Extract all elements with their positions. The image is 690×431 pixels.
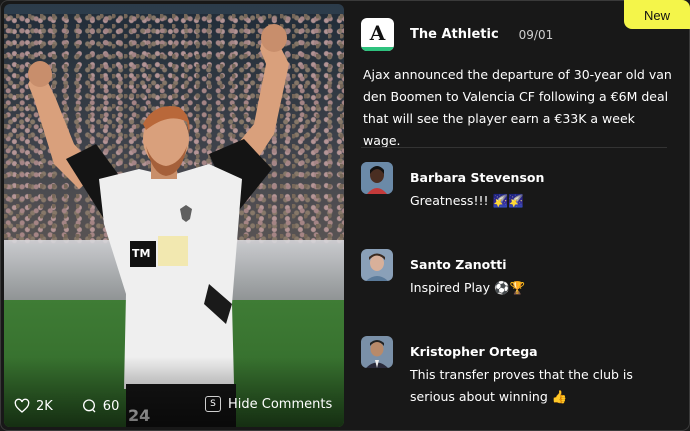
- comment-author: Barbara Stevenson: [410, 170, 545, 185]
- shirt-sponsor: TM: [132, 247, 151, 260]
- post-panel: New A The Athletic 09/01 Ajax announced …: [345, 0, 690, 431]
- new-badge: New: [624, 0, 690, 29]
- comment-text: This transfer proves that the club is se…: [410, 367, 633, 404]
- heart-icon: [14, 398, 30, 413]
- source-name: The Athletic: [410, 27, 499, 42]
- avatar: [361, 249, 393, 281]
- comments-count: 60: [102, 398, 120, 414]
- divider: [361, 147, 667, 148]
- comment-author: Santo Zanotti: [410, 257, 507, 272]
- logo-letter: A: [369, 21, 386, 45]
- post-date: 09/01: [518, 27, 554, 42]
- news-card: TM 24 2K 60 S Hide Comments New A: [0, 0, 690, 431]
- post-headline: Ajax announced the departure of 30-year …: [363, 67, 672, 148]
- logo-accent-bar: [361, 47, 394, 51]
- hide-comments-label: Hide Comments: [228, 396, 333, 412]
- comment-author: Kristopher Ortega: [410, 344, 538, 359]
- likes-count: 2K: [36, 398, 53, 414]
- likes-stat[interactable]: 2K: [14, 398, 53, 414]
- player-photo: TM 24: [4, 4, 344, 427]
- comment-text: Inspired Play ⚽🏆: [410, 280, 526, 295]
- comment-bubble-icon: [82, 399, 96, 413]
- comment-text: Greatness!!! 🌠🌠: [410, 193, 524, 208]
- avatar: [361, 162, 393, 194]
- post-source: A The Athletic 09/01: [361, 18, 553, 51]
- avatar: [361, 336, 393, 368]
- the-athletic-logo-icon: A: [361, 18, 394, 51]
- engagement-stats: 2K 60: [14, 395, 147, 417]
- comment-item: Santo Zanotti Inspired Play ⚽🏆: [361, 249, 670, 299]
- comment-item: Barbara Stevenson Greatness!!! 🌠🌠: [361, 162, 670, 212]
- keyboard-key-icon: S: [205, 396, 221, 412]
- comments-stat[interactable]: 60: [81, 398, 120, 414]
- comment-item: Kristopher Ortega This transfer proves t…: [361, 336, 670, 408]
- hide-comments-button[interactable]: S Hide Comments: [205, 396, 332, 412]
